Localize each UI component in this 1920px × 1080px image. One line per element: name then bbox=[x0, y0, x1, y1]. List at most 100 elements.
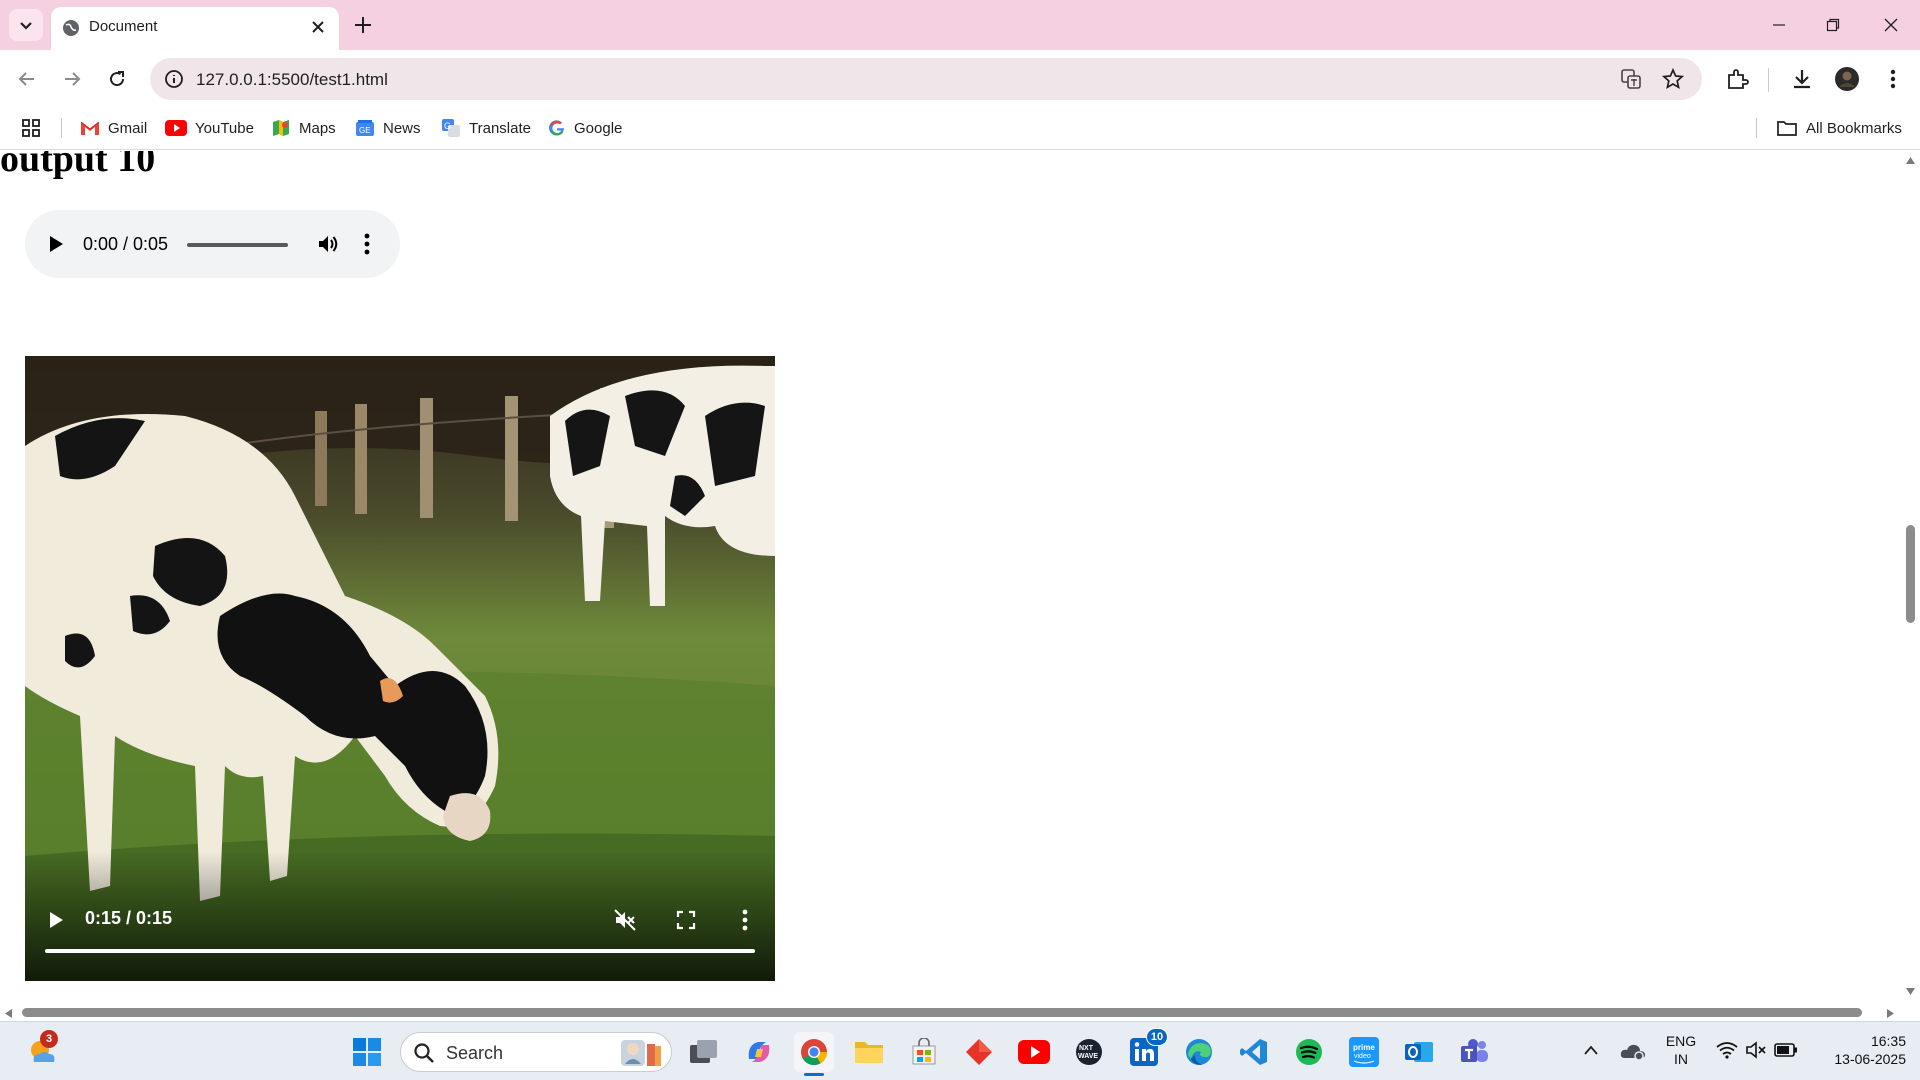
edge-app[interactable] bbox=[1179, 1032, 1219, 1072]
vertical-scrollbar[interactable] bbox=[1901, 151, 1920, 1004]
puzzle-icon bbox=[1728, 69, 1749, 89]
edge-icon bbox=[1186, 1039, 1212, 1065]
play-icon[interactable] bbox=[47, 234, 65, 254]
tab-title: Document bbox=[89, 18, 158, 35]
youtube-icon bbox=[1018, 1040, 1050, 1064]
tab-document[interactable]: Document bbox=[51, 7, 339, 50]
battery-icon[interactable] bbox=[1774, 1042, 1798, 1058]
downloads-button[interactable] bbox=[1789, 66, 1815, 92]
close-icon bbox=[1884, 18, 1898, 32]
wifi-icon[interactable] bbox=[1716, 1041, 1738, 1059]
microsoft-store-app[interactable] bbox=[904, 1032, 944, 1072]
spotify-app[interactable] bbox=[1289, 1032, 1329, 1072]
vscode-icon bbox=[1240, 1039, 1267, 1065]
download-icon bbox=[1794, 70, 1810, 89]
audio-progress-track[interactable] bbox=[187, 243, 288, 247]
muted-icon[interactable] bbox=[613, 908, 637, 932]
bookmark-star-icon[interactable] bbox=[1662, 68, 1684, 90]
scroll-left-icon[interactable] bbox=[4, 1008, 13, 1019]
task-view-button[interactable] bbox=[684, 1032, 724, 1072]
prime-video-app[interactable]: prime video bbox=[1344, 1032, 1384, 1072]
taskbar-search[interactable]: Search bbox=[400, 1032, 672, 1072]
red-diamond-app[interactable] bbox=[959, 1032, 999, 1072]
apps-button[interactable] bbox=[21, 116, 41, 140]
bookmark-gmail[interactable]: Gmail bbox=[80, 116, 147, 140]
page-content: output 10 0:00 / 0:05 0:15 / 0:15 bbox=[0, 151, 1901, 1004]
kebab-menu-icon[interactable] bbox=[742, 909, 748, 931]
vscode-app[interactable] bbox=[1234, 1032, 1274, 1072]
bookmarks-divider bbox=[1756, 118, 1757, 138]
bookmark-translate[interactable]: G Translate bbox=[441, 116, 531, 140]
video-progress-track[interactable] bbox=[45, 949, 755, 953]
extensions-button[interactable] bbox=[1724, 66, 1750, 92]
video-player[interactable]: 0:15 / 0:15 bbox=[25, 356, 775, 981]
scroll-up-icon[interactable] bbox=[1905, 156, 1916, 165]
minimize-button[interactable] bbox=[1756, 10, 1802, 40]
translate-page-icon[interactable] bbox=[1620, 68, 1642, 90]
minimize-icon bbox=[1773, 24, 1785, 26]
chrome-menu-button[interactable] bbox=[1880, 66, 1906, 92]
windows-taskbar: 3 Search NXT WAVE 10 prime video ENG IN … bbox=[0, 1021, 1920, 1080]
apps-grid-icon bbox=[22, 119, 40, 137]
outlook-icon bbox=[1405, 1042, 1433, 1062]
back-button[interactable] bbox=[12, 64, 42, 94]
scroll-right-icon[interactable] bbox=[1886, 1008, 1895, 1019]
clock[interactable]: 16:35 13-06-2025 bbox=[1812, 1032, 1906, 1068]
language-indicator[interactable]: ENG IN bbox=[1664, 1032, 1698, 1068]
tab-search-button[interactable] bbox=[9, 9, 43, 41]
horizontal-scrollbar[interactable] bbox=[0, 1004, 1901, 1021]
bookmark-youtube[interactable]: YouTube bbox=[165, 116, 254, 140]
chrome-icon bbox=[801, 1039, 828, 1066]
chrome-app[interactable] bbox=[794, 1032, 834, 1076]
scroll-down-icon[interactable] bbox=[1905, 987, 1916, 996]
svg-text:prime: prime bbox=[1353, 1043, 1375, 1052]
play-icon[interactable] bbox=[47, 910, 65, 930]
onedrive-icon[interactable] bbox=[1620, 1040, 1646, 1062]
start-button[interactable] bbox=[347, 1032, 387, 1072]
copilot-app[interactable] bbox=[739, 1032, 779, 1072]
kebab-menu-icon bbox=[1890, 69, 1896, 89]
reload-button[interactable] bbox=[102, 64, 132, 94]
file-explorer-app[interactable] bbox=[849, 1032, 889, 1072]
search-icon bbox=[414, 1043, 434, 1063]
windows-logo-icon bbox=[353, 1038, 381, 1066]
weather-widget[interactable]: 3 bbox=[22, 1030, 62, 1072]
bookmark-label: Google bbox=[574, 119, 623, 137]
vertical-scroll-thumb[interactable] bbox=[1906, 525, 1915, 623]
toolbar-divider bbox=[1768, 68, 1769, 92]
diamond-app-icon bbox=[966, 1039, 992, 1065]
svg-text:G: G bbox=[444, 121, 451, 131]
bookmark-news[interactable]: GE News bbox=[355, 116, 421, 140]
teams-app[interactable] bbox=[1454, 1032, 1494, 1072]
all-bookmarks-button[interactable]: All Bookmarks bbox=[1776, 116, 1902, 140]
forward-button[interactable] bbox=[57, 64, 87, 94]
chevron-up-icon[interactable] bbox=[1583, 1044, 1599, 1056]
all-bookmarks-label: All Bookmarks bbox=[1806, 119, 1902, 137]
outlook-app[interactable] bbox=[1399, 1032, 1439, 1072]
close-window-button[interactable] bbox=[1868, 10, 1914, 40]
volume-icon[interactable] bbox=[316, 232, 340, 256]
audio-player[interactable]: 0:00 / 0:05 bbox=[25, 210, 400, 278]
linkedin-app[interactable]: 10 bbox=[1124, 1028, 1168, 1072]
arrow-right-icon bbox=[65, 72, 81, 86]
address-bar[interactable]: 127.0.0.1:5500/test1.html bbox=[150, 58, 1702, 100]
browser-toolbar: 127.0.0.1:5500/test1.html bbox=[0, 50, 1920, 108]
fullscreen-icon[interactable] bbox=[676, 910, 696, 930]
new-tab-icon[interactable] bbox=[350, 12, 376, 38]
kebab-menu-icon[interactable] bbox=[364, 233, 370, 255]
horizontal-scroll-thumb[interactable] bbox=[22, 1008, 1862, 1017]
svg-text:NXT: NXT bbox=[1079, 1045, 1094, 1052]
bookmark-label: Translate bbox=[469, 119, 531, 137]
nxtwave-app[interactable]: NXT WAVE bbox=[1069, 1032, 1109, 1072]
bookmark-google[interactable]: Google bbox=[548, 116, 622, 140]
url-text[interactable]: 127.0.0.1:5500/test1.html bbox=[196, 70, 388, 90]
youtube-app[interactable] bbox=[1014, 1032, 1054, 1072]
restore-icon bbox=[1826, 18, 1840, 32]
task-view-icon bbox=[690, 1040, 717, 1063]
speaker-muted-icon[interactable] bbox=[1745, 1041, 1767, 1059]
restore-button[interactable] bbox=[1810, 10, 1856, 40]
site-info-icon[interactable] bbox=[164, 69, 184, 89]
close-icon[interactable] bbox=[309, 18, 327, 36]
profile-avatar[interactable] bbox=[1834, 66, 1860, 92]
bookmark-maps[interactable]: Maps bbox=[271, 116, 336, 140]
